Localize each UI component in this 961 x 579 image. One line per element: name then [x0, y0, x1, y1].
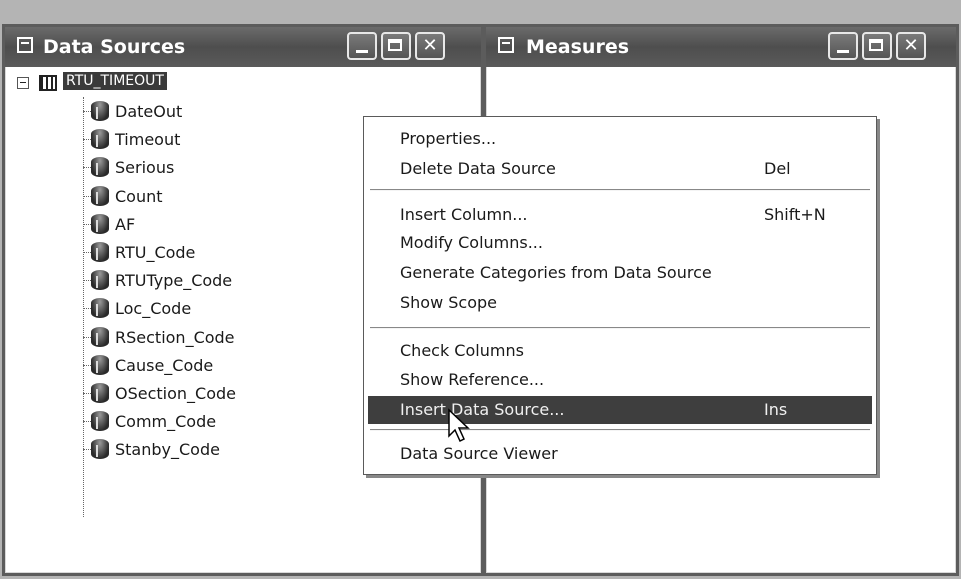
data-sources-title: Data Sources: [43, 36, 186, 58]
column-cylinder-icon: [91, 185, 109, 206]
close-button[interactable]: ✕: [415, 32, 445, 60]
column-cylinder-icon: [91, 157, 109, 178]
column-label: Stanby_Code: [115, 440, 220, 460]
column-label: Serious: [115, 158, 175, 178]
column-cylinder-icon: [91, 129, 109, 150]
menu-separator: [370, 327, 870, 329]
column-label: RSection_Code: [115, 327, 235, 347]
menu-item-show-scope[interactable]: Show Scope: [368, 289, 872, 315]
column-label: Cause_Code: [115, 355, 214, 375]
table-icon: [39, 75, 57, 91]
column-cylinder-icon: [91, 298, 109, 319]
column-node[interactable]: Comm_Code: [5, 409, 335, 435]
measures-icon: [498, 37, 514, 53]
window-icon: [17, 37, 33, 53]
column-label: DateOut: [115, 102, 183, 121]
column-cylinder-icon: [91, 101, 109, 121]
menu-item-properties[interactable]: Properties...: [368, 125, 872, 151]
column-label: RTU_Code: [115, 243, 196, 262]
column-cylinder-icon: [91, 354, 109, 375]
column-node[interactable]: Timeout: [5, 127, 335, 153]
tree-root-node[interactable]: RTU_TIMEOUT: [5, 71, 305, 97]
menu-item-insert-data-source[interactable]: Insert Data Source... Ins: [368, 396, 872, 424]
column-node[interactable]: AF: [5, 212, 335, 238]
menu-item-check-columns[interactable]: Check Columns: [368, 337, 872, 363]
menu-separator: [370, 429, 870, 431]
menu-item-delete-data-source[interactable]: Delete Data Source Del: [368, 155, 872, 181]
column-cylinder-icon: [91, 439, 109, 460]
menu-item-label: Check Columns: [400, 341, 524, 360]
menu-item-label: Insert Column...: [400, 205, 528, 224]
measures-titlebar[interactable]: Measures ✕: [486, 27, 956, 67]
column-node[interactable]: OSection_Code: [5, 381, 335, 407]
menu-separator: [370, 189, 870, 191]
minimize-button[interactable]: [828, 32, 858, 60]
column-label: Timeout: [115, 130, 181, 150]
menu-item-label: Show Scope: [400, 293, 497, 312]
menu-item-label: Data Source Viewer: [400, 444, 558, 463]
menu-item-label: Modify Columns...: [400, 233, 543, 252]
column-node[interactable]: Cause_Code: [5, 353, 335, 379]
menu-item-label: Properties...: [400, 129, 497, 148]
maximize-button[interactable]: [381, 32, 411, 60]
column-node[interactable]: Count: [5, 184, 335, 210]
menu-item-shortcut: Ins: [764, 400, 788, 419]
column-node[interactable]: Loc_Code: [5, 296, 335, 322]
column-node[interactable]: DateOut: [5, 99, 335, 125]
menu-item-modify-columns[interactable]: Modify Columns...: [368, 229, 872, 255]
column-node[interactable]: Serious: [5, 155, 335, 181]
menu-item-generate-categories[interactable]: Generate Categories from Data Source: [368, 259, 872, 285]
column-label: AF: [115, 214, 136, 234]
menu-item-shortcut: Shift+N: [764, 205, 826, 224]
column-cylinder-icon: [91, 213, 109, 234]
menu-item-label: Show Reference...: [400, 370, 545, 389]
data-sources-titlebar[interactable]: Data Sources ✕: [5, 27, 481, 67]
column-cylinder-icon: [91, 270, 109, 291]
column-cylinder-icon: [91, 411, 109, 432]
mouse-pointer-icon: [448, 408, 470, 443]
menu-item-data-source-viewer[interactable]: Data Source Viewer: [368, 440, 872, 466]
menu-item-shortcut: Del: [764, 159, 791, 178]
column-cylinder-icon: [91, 242, 109, 262]
column-label: RTUType_Code: [115, 271, 233, 291]
menu-item-show-reference[interactable]: Show Reference...: [368, 366, 872, 392]
root-label: RTU_TIMEOUT: [63, 72, 167, 90]
column-cylinder-icon: [91, 326, 109, 347]
column-node[interactable]: Stanby_Code: [5, 437, 335, 463]
column-label: Loc_Code: [115, 299, 192, 319]
context-menu: Properties... Delete Data Source Del Ins…: [363, 116, 877, 475]
column-node[interactable]: RTU_Code: [5, 240, 335, 266]
close-button[interactable]: ✕: [896, 32, 926, 60]
collapse-icon[interactable]: [17, 77, 29, 89]
column-node[interactable]: RTUType_Code: [5, 268, 335, 294]
menu-item-label: Insert Data Source...: [400, 400, 565, 419]
column-label: Count: [115, 186, 163, 206]
menu-item-label: Generate Categories from Data Source: [400, 263, 712, 282]
column-node[interactable]: RSection_Code: [5, 325, 335, 351]
measures-title: Measures: [526, 36, 630, 58]
menu-item-insert-column[interactable]: Insert Column... Shift+N: [368, 201, 872, 227]
column-cylinder-icon: [91, 383, 109, 403]
maximize-button[interactable]: [862, 32, 892, 60]
menu-item-label: Delete Data Source: [400, 159, 556, 178]
minimize-button[interactable]: [347, 32, 377, 60]
column-label: Comm_Code: [115, 412, 217, 432]
column-label: OSection_Code: [115, 384, 236, 403]
